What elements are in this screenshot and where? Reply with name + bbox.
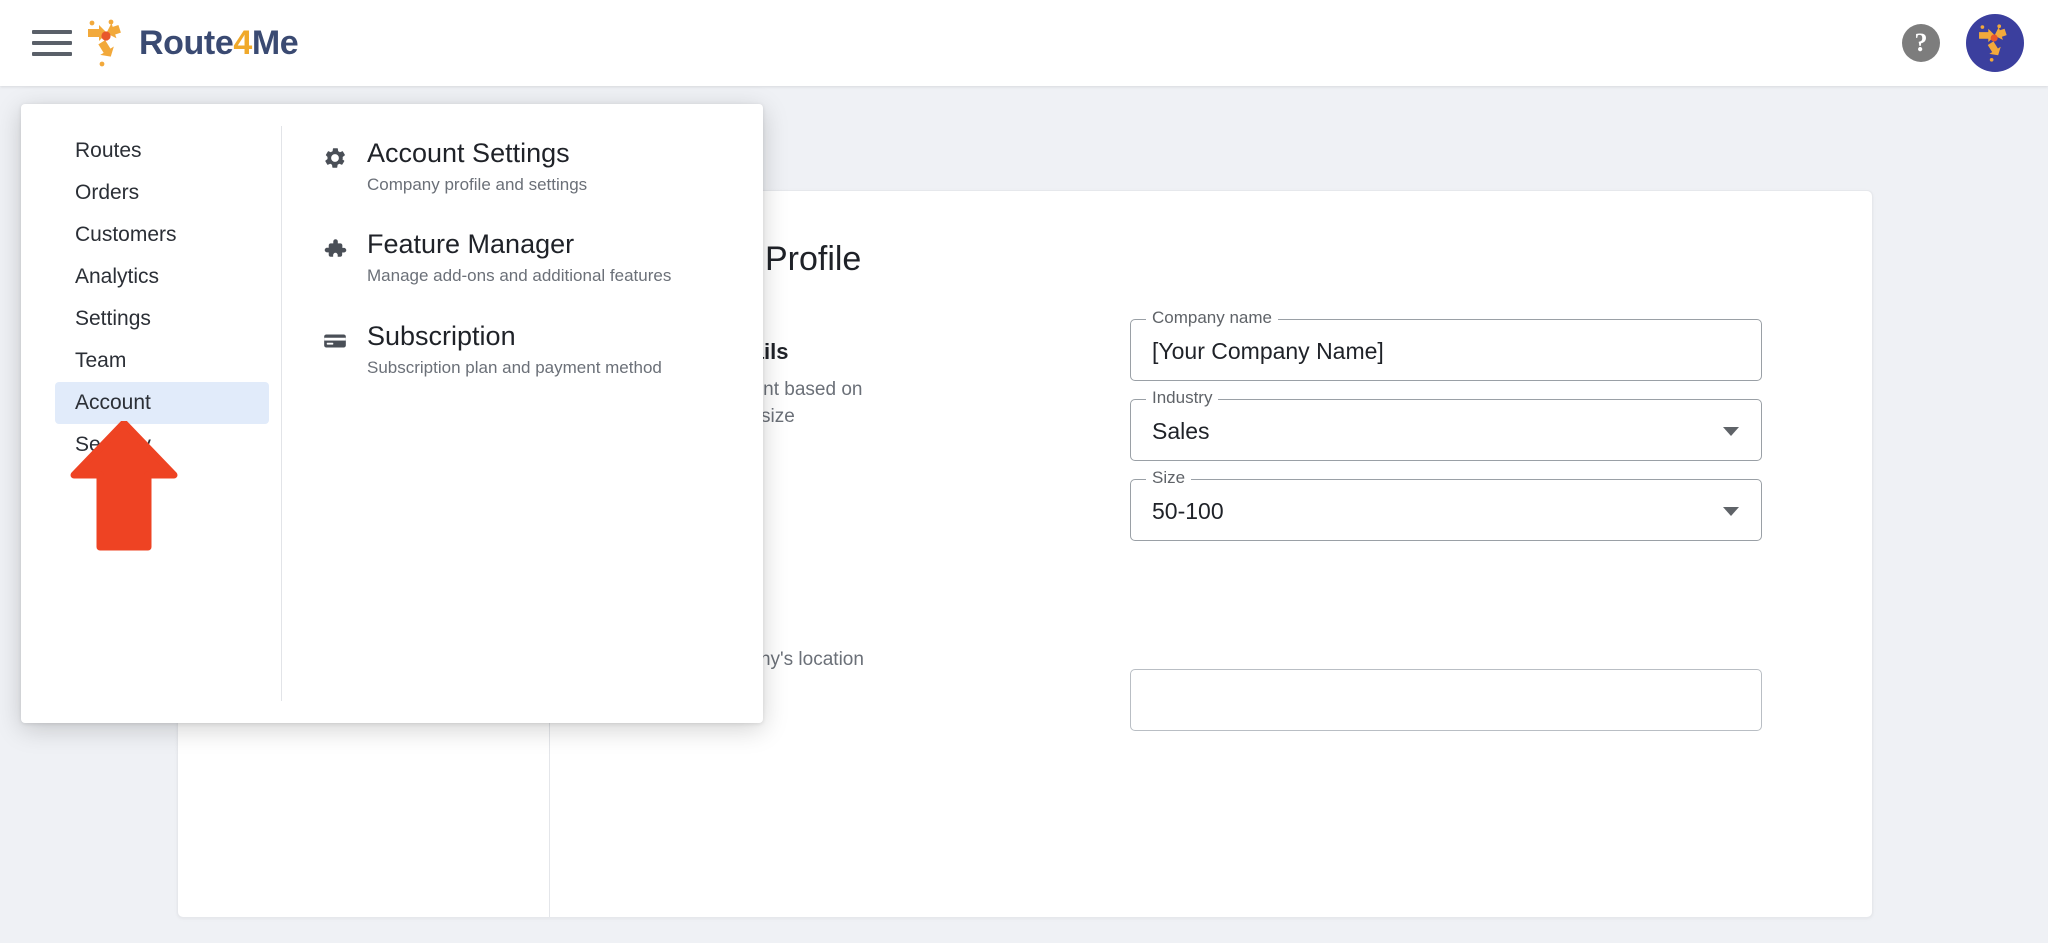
chevron-down-icon [1723,507,1739,516]
account-mega-menu: Routes Orders Customers Analytics Settin… [21,104,763,723]
gear-icon [321,145,349,171]
mega-menu-entry-subtitle: Company profile and settings [367,175,588,195]
route4me-mark-icon [88,19,121,67]
mega-menu-item-customers[interactable]: Customers [55,214,269,256]
mega-menu-entry-subscription[interactable]: Subscription Subscription plan and payme… [321,321,741,378]
size-value: 50-100 [1152,497,1224,524]
mega-menu-entry-list: Account Settings Company profile and set… [321,138,741,412]
puzzle-icon [321,236,349,262]
mega-menu-entry-account-settings[interactable]: Account Settings Company profile and set… [321,138,741,195]
size-select[interactable]: Size 50-100 [1130,469,1762,541]
help-icon[interactable]: ? [1902,24,1940,62]
mega-menu-item-security[interactable]: Security [55,424,269,466]
hamburger-bar [32,41,72,45]
mega-menu-divider [281,126,282,701]
mega-menu-entry-text: Subscription Subscription plan and payme… [367,321,662,378]
brand-text-me: Me [251,24,299,62]
industry-value: Sales [1152,417,1210,444]
brand-text-four: 4 [233,24,252,62]
mega-menu-entry-text: Feature Manager Manage add-ons and addit… [367,229,671,286]
mega-menu-entry-title: Feature Manager [367,229,575,260]
route4me-avatar-icon [1979,24,2007,62]
mega-menu-item-orders[interactable]: Orders [55,172,269,214]
mega-menu-item-settings[interactable]: Settings [55,298,269,340]
mega-menu-item-account[interactable]: Account [55,382,269,424]
brand-wordmark: Route4Me [139,24,299,62]
chevron-down-icon [1723,427,1739,436]
mega-menu-entry-feature-manager[interactable]: Feature Manager Manage add-ons and addit… [321,229,741,286]
mega-menu-entry-text: Account Settings Company profile and set… [367,138,587,195]
brand-text-route: Route [139,24,234,62]
hamburger-bar [32,30,72,34]
mega-menu-entry-title: Account Settings [367,138,570,168]
address-field[interactable] [1130,669,1762,731]
mega-menu-item-analytics[interactable]: Analytics [55,256,269,298]
industry-select[interactable]: Industry Sales [1130,389,1762,461]
mega-menu-entry-title: Subscription [367,320,516,351]
credit-card-icon [321,328,349,354]
brand-logo[interactable]: Route4Me [84,16,299,70]
mega-menu-item-routes[interactable]: Routes [55,130,269,172]
mega-menu-entry-subtitle: Subscription plan and payment method [367,357,662,377]
form-fields: Company name [Your Company Name] Industr… [1130,309,1762,749]
top-navigation-bar: Route4Me ? [0,0,2048,86]
hamburger-bar [32,52,72,56]
mega-menu-item-team[interactable]: Team [55,340,269,382]
avatar[interactable] [1966,14,2024,72]
hamburger-menu-icon[interactable] [28,26,76,66]
mega-menu-entry-subtitle: Manage add-ons and additional features [367,266,672,286]
mega-menu-section-list: Routes Orders Customers Analytics Settin… [21,104,281,723]
company-name-value: [Your Company Name] [1152,337,1384,364]
company-name-field[interactable]: Company name [Your Company Name] [1130,309,1762,381]
